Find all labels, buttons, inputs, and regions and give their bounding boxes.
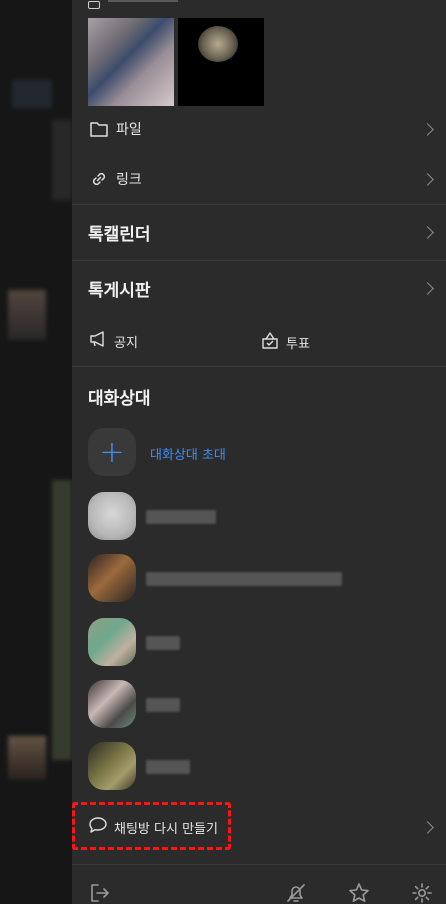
folder-icon — [88, 118, 110, 140]
speech-bubble-icon — [88, 816, 108, 838]
media-thumbnail[interactable] — [88, 18, 174, 106]
link-label: 링크 — [116, 172, 142, 188]
chevron-right-icon — [421, 225, 434, 239]
link-icon — [88, 168, 110, 190]
member-avatar[interactable] — [88, 618, 136, 666]
chevron-right-icon — [421, 122, 434, 136]
member-name[interactable] — [146, 636, 180, 650]
recreate-label: 채팅방 다시 만들기 — [114, 821, 218, 837]
bg-bubble-blur — [52, 480, 72, 760]
gear-icon[interactable] — [410, 881, 434, 904]
member-name[interactable] — [146, 760, 190, 774]
bg-avatar-blur — [8, 290, 46, 340]
divider — [72, 366, 446, 367]
member-avatar[interactable] — [88, 742, 136, 790]
board-row[interactable]: 톡게시판 — [72, 274, 446, 302]
plus-icon: + — [99, 434, 125, 470]
invite-label[interactable]: 대화상대 초대 — [150, 444, 226, 463]
chat-background — [0, 0, 72, 904]
link-row[interactable]: 링크 — [72, 166, 446, 192]
bell-off-icon[interactable] — [284, 881, 308, 904]
megaphone-icon — [88, 330, 108, 352]
divider — [72, 260, 446, 261]
file-label: 파일 — [116, 122, 142, 138]
vote-label: 투표 — [286, 336, 310, 352]
media-section-header — [88, 0, 198, 9]
chevron-right-icon — [421, 821, 434, 834]
ballot-box-icon — [260, 330, 280, 354]
member-avatar[interactable] — [88, 680, 136, 728]
members-title: 대화상대 — [88, 389, 151, 409]
divider — [72, 204, 446, 205]
member-avatar[interactable] — [88, 554, 136, 602]
chevron-right-icon — [421, 281, 434, 295]
invite-button[interactable]: + — [88, 428, 136, 476]
recreate-chatroom-button[interactable]: 채팅방 다시 만들기 — [88, 816, 218, 838]
star-icon[interactable] — [347, 881, 371, 904]
member-name[interactable] — [146, 698, 180, 712]
member-avatar[interactable] — [88, 492, 136, 540]
file-row[interactable]: 파일 — [72, 116, 446, 142]
exit-icon[interactable] — [88, 881, 112, 904]
chatroom-drawer: 파일 링크 톡캘린더 톡게시판 공지 투표 대화상대 + 대화상대 초대 채팅방… — [72, 0, 446, 904]
bg-avatar-blur — [8, 736, 46, 780]
calendar-label: 톡캘린더 — [88, 225, 151, 245]
member-name[interactable] — [146, 572, 342, 586]
bg-bubble-blur — [12, 80, 52, 108]
chevron-right-icon — [421, 172, 434, 186]
board-label: 톡게시판 — [88, 281, 151, 301]
media-thumbnail[interactable] — [178, 18, 264, 106]
member-name[interactable] — [146, 510, 216, 524]
calendar-row[interactable]: 톡캘린더 — [72, 218, 446, 246]
vote-button[interactable]: 투표 — [260, 330, 310, 354]
drawer-bottom-bar — [72, 864, 446, 904]
notice-button[interactable]: 공지 — [88, 330, 138, 352]
media-thumbnails — [88, 18, 264, 106]
bg-bubble-blur — [52, 120, 72, 200]
notice-label: 공지 — [114, 335, 138, 351]
